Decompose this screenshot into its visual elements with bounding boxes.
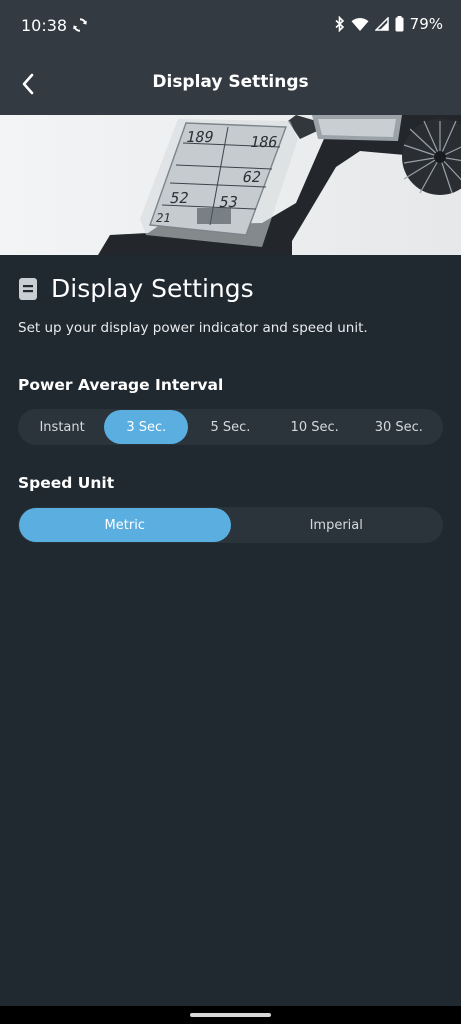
- speed-option-metric[interactable]: Metric: [19, 508, 231, 542]
- section-title: Display Settings: [51, 274, 254, 303]
- bike-display-illustration: 189 186 62 52 53 21: [0, 115, 461, 255]
- sync-icon: [73, 18, 87, 32]
- display-readout-1: 189: [184, 128, 215, 146]
- display-readout-2: 186: [248, 133, 279, 151]
- top-bar: 10:38 79% Display Settings: [0, 0, 461, 115]
- power-average-selector: Instant 3 Sec. 5 Sec. 10 Sec. 30 Sec.: [18, 409, 443, 445]
- hero-image: 189 186 62 52 53 21: [0, 115, 461, 255]
- speed-unit-selector: Metric Imperial: [18, 507, 443, 543]
- section-description: Set up your display power indicator and …: [18, 320, 368, 336]
- speed-unit-label: Speed Unit: [18, 474, 115, 492]
- page-title: Display Settings: [152, 72, 309, 92]
- display-settings-screen: 10:38 79% Display Settings 189 186 62 52…: [0, 0, 461, 1024]
- power-average-label: Power Average Interval: [18, 376, 224, 394]
- section-header: Display Settings: [18, 274, 254, 303]
- battery-percent: 79%: [409, 15, 443, 33]
- power-option-30-sec[interactable]: 30 Sec.: [357, 410, 441, 444]
- cell-signal-icon: [374, 17, 389, 31]
- power-option-5-sec[interactable]: 5 Sec.: [188, 410, 272, 444]
- document-icon: [19, 277, 37, 300]
- power-option-10-sec[interactable]: 10 Sec.: [273, 410, 357, 444]
- status-time: 10:38: [21, 16, 68, 35]
- display-readout-3: 62: [241, 168, 263, 186]
- power-option-3-sec[interactable]: 3 Sec.: [104, 410, 189, 444]
- power-option-instant[interactable]: Instant: [20, 410, 104, 444]
- bluetooth-icon: [335, 16, 344, 32]
- battery-icon: [395, 16, 404, 32]
- display-readout-4: 52: [168, 189, 190, 207]
- display-readout-6: 21: [155, 211, 172, 225]
- speed-option-imperial[interactable]: Imperial: [231, 508, 443, 542]
- wifi-icon: [351, 17, 369, 31]
- home-gesture-handle[interactable]: [190, 1013, 271, 1017]
- status-icons: 79%: [335, 15, 443, 33]
